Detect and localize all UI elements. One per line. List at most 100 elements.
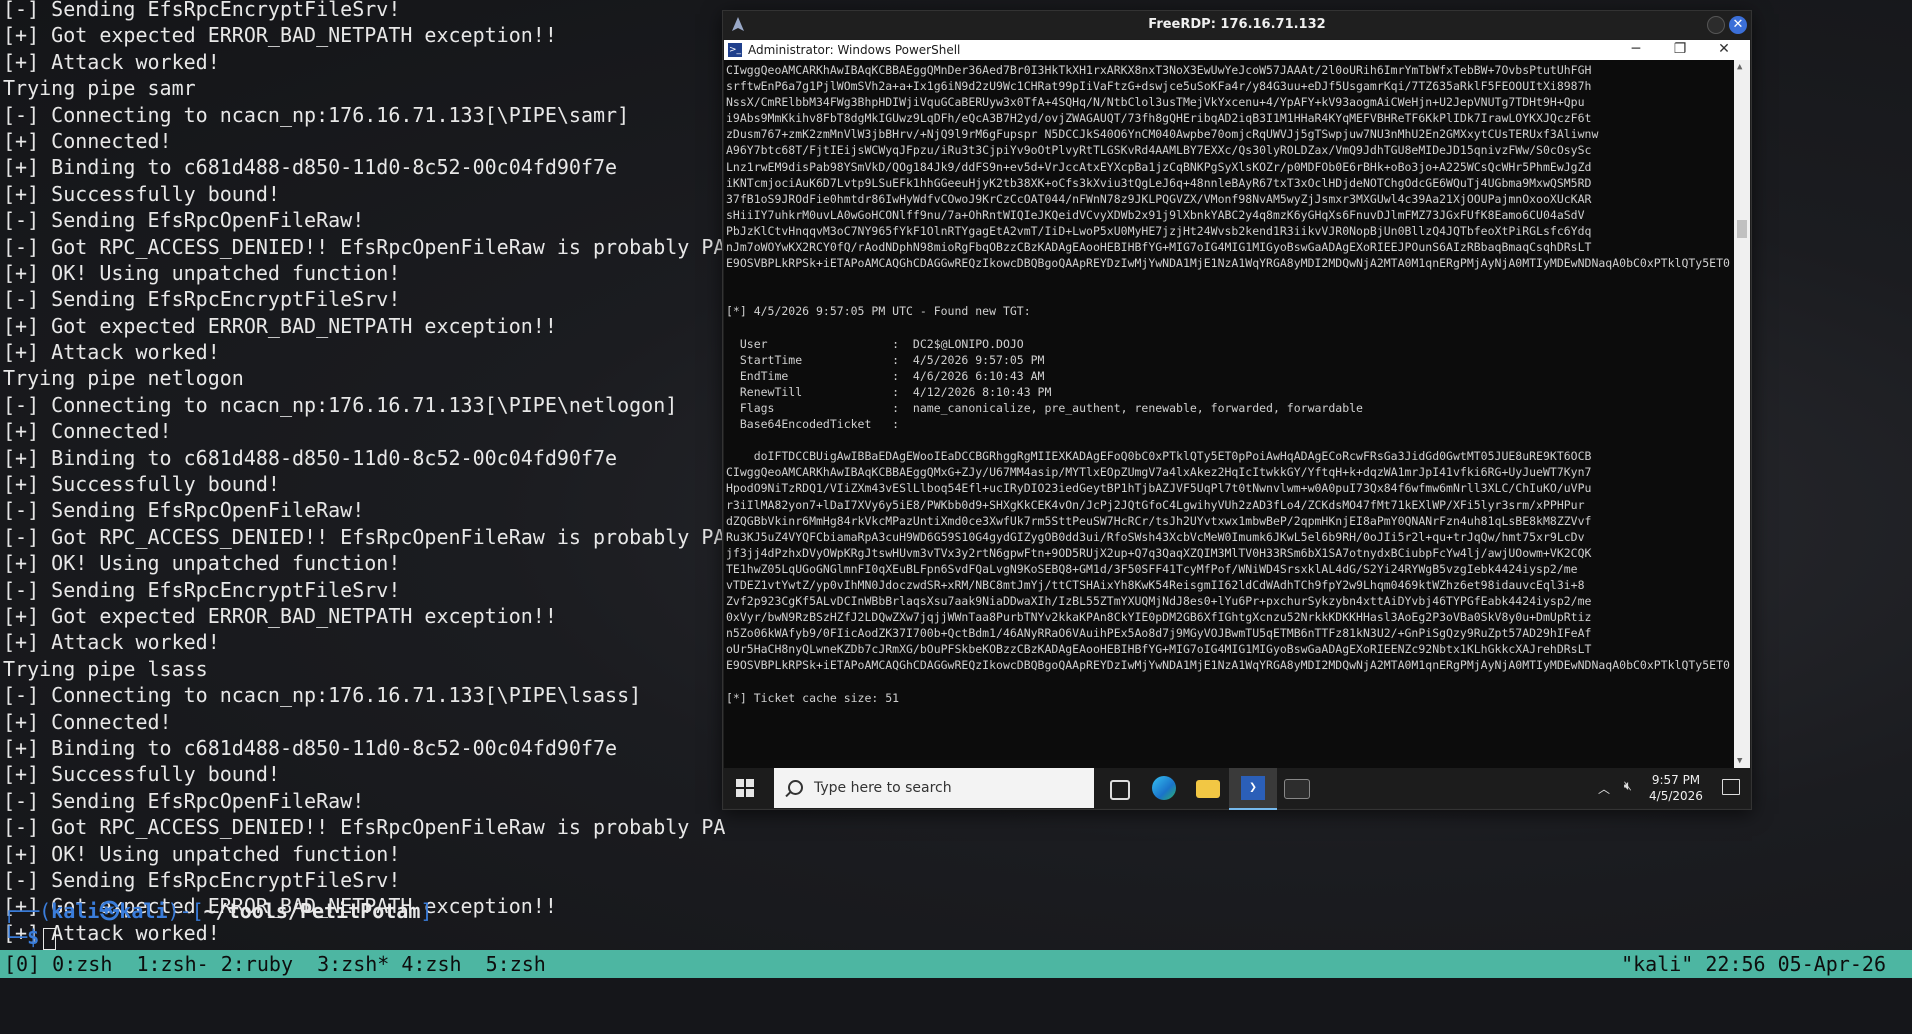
terminal-line: Trying pipe samr — [3, 76, 196, 101]
powershell-line: NssX/CmRElbbM34FWg3BhpHDIWjiVquGCaBERUyw… — [726, 95, 1585, 110]
terminal-line: [+] Attack worked! — [3, 630, 220, 655]
powershell-line: HpodO9NiTzRDQ1/VIiZXm43vESlLlboq54Efl+uc… — [726, 481, 1592, 496]
volume-muted-icon[interactable]: 🔇︎ — [1624, 779, 1632, 794]
powershell-line: n5Zo06kWAfyb9/0FIicAodZK37I700b+QctBdm1/… — [726, 626, 1592, 641]
powershell-line: E9OSVBPLkRPSk+iETAPoAMCAQGhCDAGGwREQzIko… — [726, 256, 1730, 271]
terminal-line: [+] OK! Using unpatched function! — [3, 551, 401, 576]
powershell-line: dZQGBbVkinr6MmHg84rkVkcMPazUntiXmd0ce3Xw… — [726, 513, 1592, 528]
terminal-line: Trying pipe lsass — [3, 656, 208, 681]
terminal-icon[interactable] — [1284, 779, 1310, 799]
freerdp-window[interactable]: FreeRDP: 176.16.71.132 ✕ >_ Administrato… — [722, 10, 1752, 810]
powershell-line: srftwEnP6a7g1PjlWOmSVh2a+a+Ix1g6iN9d2zU9… — [726, 79, 1592, 94]
chevron-up-icon[interactable]: ︿ — [1598, 780, 1610, 797]
powershell-line: RenewTill : 4/12/2026 8:10:43 PM — [726, 384, 1052, 399]
notification-icon[interactable] — [1722, 779, 1740, 795]
shell-input-line[interactable]: └─$ — [3, 924, 57, 950]
powershell-line: i9Abs9MmKkihv8FbT8dgMkIGUwz9LqDFh/eQcA3B… — [726, 111, 1592, 126]
powershell-window[interactable]: >_ Administrator: Windows PowerShell ─ ❐… — [724, 40, 1750, 768]
powershell-line: doIFTDCCBUigAwIBBaEDAgEWooIEaDCCBGRhggRg… — [726, 449, 1592, 464]
search-icon — [788, 780, 803, 795]
powershell-line — [726, 287, 1730, 303]
prompt-directory: ~/tools/PetitPotam — [203, 899, 421, 923]
powershell-line: PbJzKlCtvHnqqvM3oC7NY965fYkF1OlnRTYgagEt… — [726, 223, 1592, 238]
powershell-line: Base64EncodedTicket : — [726, 417, 900, 432]
shell-prompt: ┌──(kali㉿kali)-[~/tools/PetitPotam] — [3, 898, 432, 924]
terminal-line: [-] Connecting to ncacn_np:176.16.71.133… — [3, 683, 642, 708]
terminal-line: [-] Got RPC_ACCESS_DENIED!! EfsRpcOpenFi… — [3, 234, 726, 259]
powershell-line: Lnz1rwEM9disPab98YSmVkD/QOg184Jk9/ddFS9n… — [726, 159, 1592, 174]
close-button[interactable]: ✕ — [1729, 16, 1747, 34]
powershell-line: TE1hwZ05LqUGoGNGlmnFI0qXEuBLFpn6SvdFQaLv… — [726, 561, 1578, 576]
scroll-thumb[interactable] — [1737, 220, 1747, 238]
ps-close-button[interactable]: ✕ — [1702, 40, 1746, 60]
windows-start-icon[interactable] — [736, 779, 754, 797]
tmux-status-bar: [0] 0:zsh 1:zsh- 2:ruby 3:zsh* 4:zsh 5:z… — [0, 950, 1912, 978]
powershell-titlebar[interactable]: >_ Administrator: Windows PowerShell ─ ❐… — [724, 40, 1750, 60]
terminal-line: [-] Sending EfsRpcEncryptFileSrv! — [3, 577, 401, 602]
terminal-line: [-] Sending EfsRpcEncryptFileSrv! — [3, 0, 401, 21]
terminal-line: [+] Successfully bound! — [3, 762, 280, 787]
terminal-line: [+] Connected! — [3, 419, 172, 444]
windows-taskbar: Type here to search ❯ ︿ 🔇︎ 9:57 PM 4/5/2… — [724, 768, 1750, 810]
powershell-line: Zvf2p923CgKf5ALvDCInWBbBrlaqsXsu7aak9Nia… — [726, 594, 1592, 609]
ps-maximize-button[interactable]: ❐ — [1658, 40, 1702, 60]
terminal-line: [+] Got expected ERROR_BAD_NETPATH excep… — [3, 23, 557, 48]
ps-scrollbar[interactable]: ▲ ▼ — [1734, 60, 1750, 768]
terminal-line: [-] Sending EfsRpcEncryptFileSrv! — [3, 867, 401, 892]
terminal-line: [+] Connected! — [3, 128, 172, 153]
scroll-up-icon[interactable]: ▲ — [1737, 62, 1742, 72]
terminal-line: [-] Sending EfsRpcEncryptFileSrv! — [3, 287, 401, 312]
terminal-line: [+] Got expected ERROR_BAD_NETPATH excep… — [3, 313, 557, 338]
ps-minimize-button[interactable]: ─ — [1614, 40, 1658, 60]
powershell-icon: >_ — [728, 43, 742, 57]
scroll-down-icon[interactable]: ▼ — [1737, 756, 1742, 766]
prompt-close: ] — [420, 899, 433, 923]
task-view-icon[interactable] — [1110, 780, 1130, 800]
powershell-line: StartTime : 4/5/2026 9:57:05 PM — [726, 352, 1045, 367]
powershell-line: EndTime : 4/6/2026 6:10:43 AM — [726, 368, 1045, 383]
terminal-cursor — [43, 927, 57, 950]
terminal-line: [+] Binding to c681d488-d850-11d0-8c52-0… — [3, 155, 618, 180]
taskbar-clock[interactable]: 9:57 PM 4/5/2026 — [1646, 772, 1706, 804]
powershell-line: zDusm767+zmK2zmMnVlW3jbBHrv/+NjQ9l9rM6gF… — [726, 127, 1599, 142]
terminal-line: [-] Sending EfsRpcOpenFileRaw! — [3, 498, 365, 523]
terminal-line: Trying pipe netlogon — [3, 366, 244, 391]
powershell-line: iKNTcmjociAuK6D7Lvtp9LSuEFk1hhGGeeuHjyK2… — [726, 175, 1592, 190]
terminal-line: [+] Binding to c681d488-d850-11d0-8c52-0… — [3, 735, 618, 760]
powershell-line: nJm7oWOYwKX2RCY0fQ/rAodNDphN98mioRgFbqOB… — [726, 240, 1592, 255]
freerdp-title: FreeRDP: 176.16.71.132 — [1148, 17, 1326, 32]
powershell-line: [*] 4/5/2026 9:57:05 PM UTC - Found new … — [726, 304, 1031, 319]
powershell-taskbar-button[interactable]: ❯ — [1229, 768, 1277, 810]
powershell-line: E9OSVBPLkRPSk+iETAPoAMCAQGhCDAGGwREQzIko… — [726, 658, 1730, 673]
powershell-line: CIwggQeoAMCARKhAwIBAqKCBBAEggQMxG+ZJy/U6… — [726, 465, 1592, 480]
terminal-line: [-] Got RPC_ACCESS_DENIED!! EfsRpcOpenFi… — [3, 524, 726, 549]
freerdp-titlebar[interactable]: FreeRDP: 176.16.71.132 ✕ — [723, 11, 1751, 39]
powershell-line: vTDEZ1vtYwtZ/yp0vIhMN0JdoczwdSR+xRM/NBC8… — [726, 578, 1585, 592]
prompt-mid: )-[ — [167, 899, 204, 923]
prompt-dollar: $ — [27, 925, 40, 949]
minimize-button[interactable] — [1707, 16, 1725, 34]
powershell-line: Flags : name_canonicalize, pre_authent, … — [726, 400, 1363, 415]
terminal-line: [+] Got expected ERROR_BAD_NETPATH excep… — [3, 603, 557, 628]
edge-icon[interactable] — [1152, 776, 1176, 800]
powershell-line: jf3jj4dPzhxDVyOWpKRgJtswHUvm3vTVx3y2rtN6… — [726, 545, 1592, 560]
prompt-open: ┌──( — [3, 899, 52, 923]
powershell-line: User : DC2$@LONIPO.DOJO — [726, 336, 1024, 351]
powershell-line: oUr5HaCH8nyQLwneKZDb7cJRmXG/bOuPFSkbeKOB… — [726, 642, 1592, 657]
powershell-line — [726, 271, 1730, 287]
powershell-title: Administrator: Windows PowerShell — [748, 43, 961, 57]
powershell-line: sHiiIY7uhkrM0uvLA0wGoHCONlff9nu/7a+OhRnt… — [726, 207, 1585, 222]
clock-date: 4/5/2026 — [1649, 789, 1703, 803]
terminal-line: [+] Binding to c681d488-d850-11d0-8c52-0… — [3, 445, 618, 470]
terminal-line: [-] Connecting to ncacn_np:176.16.71.133… — [3, 392, 678, 417]
terminal-line: [+] Connected! — [3, 709, 172, 734]
terminal-line: [+] Successfully bound! — [3, 181, 280, 206]
taskbar-search-box[interactable]: Type here to search — [774, 768, 1094, 808]
prompt-corner: └─ — [3, 925, 28, 949]
tmux-window-list[interactable]: [0] 0:zsh 1:zsh- 2:ruby 3:zsh* 4:zsh 5:z… — [4, 950, 546, 978]
powershell-line — [726, 674, 1730, 690]
terminal-line: [+] OK! Using unpatched function! — [3, 841, 401, 866]
search-placeholder: Type here to search — [814, 780, 952, 796]
file-explorer-icon[interactable] — [1196, 780, 1220, 798]
terminal-line: [-] Got RPC_ACCESS_DENIED!! EfsRpcOpenFi… — [3, 815, 726, 840]
